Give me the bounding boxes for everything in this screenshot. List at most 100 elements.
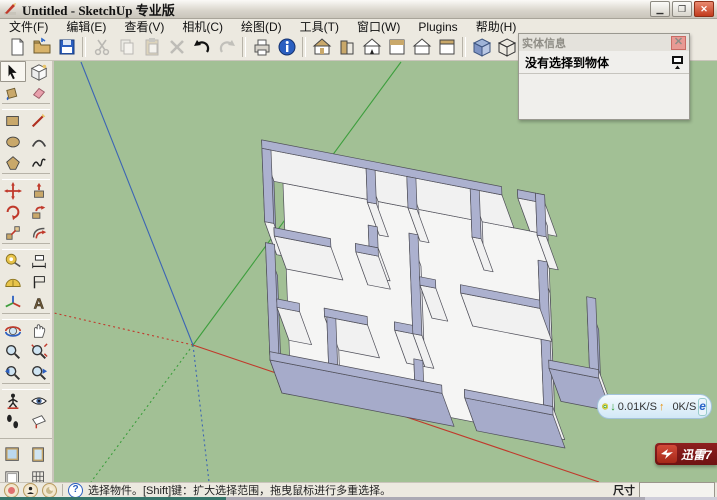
zoom-next-icon xyxy=(30,364,48,382)
open-icon xyxy=(32,37,52,57)
select-tool-button[interactable] xyxy=(0,61,26,82)
print-button[interactable] xyxy=(249,35,274,59)
view-section-button[interactable] xyxy=(434,35,459,59)
measurement-label: 尺寸 xyxy=(613,482,635,498)
style-wireframe-icon xyxy=(497,37,517,57)
palette-separator xyxy=(2,313,50,320)
pan-tool-button[interactable] xyxy=(26,320,52,341)
style-wireframe-button[interactable] xyxy=(494,35,519,59)
look-around-tool-button[interactable] xyxy=(26,390,52,411)
thunder-launcher[interactable]: 迅雷7 xyxy=(655,443,717,465)
redo-button xyxy=(214,35,239,59)
measurement-input[interactable] xyxy=(639,482,715,498)
new-button[interactable] xyxy=(4,35,29,59)
redo-icon xyxy=(217,37,237,57)
down-arrow-icon: ↓ xyxy=(610,401,616,413)
eraser-tool-button[interactable] xyxy=(26,82,52,103)
pushpull-tool-button[interactable] xyxy=(26,180,52,201)
text-tool-button[interactable] xyxy=(26,271,52,292)
save-button[interactable] xyxy=(54,35,79,59)
eraser-icon xyxy=(30,84,48,102)
component-tool-button[interactable] xyxy=(26,61,52,82)
palette-separator xyxy=(2,173,50,180)
help-icon[interactable]: ? xyxy=(68,483,83,498)
polygon-tool-button[interactable] xyxy=(0,152,26,173)
close-button[interactable]: ✕ xyxy=(694,1,714,17)
orbit-tool-button[interactable] xyxy=(0,320,26,341)
rotate-tool-button[interactable] xyxy=(0,201,26,222)
arc-tool-button[interactable] xyxy=(26,131,52,152)
model-info-button[interactable] xyxy=(274,35,299,59)
axes-icon xyxy=(4,294,22,312)
view-left-button[interactable] xyxy=(334,35,359,59)
move-tool-button[interactable] xyxy=(0,180,26,201)
walk-icon xyxy=(4,413,22,431)
credit-badge-icon[interactable] xyxy=(23,483,38,498)
zoom-next-tool-button[interactable] xyxy=(26,362,52,383)
wall-21-top xyxy=(414,359,424,382)
entity-info-panel: 实体信息 ✕ 没有选择到物体 xyxy=(518,33,690,120)
entity-info-message: 没有选择到物体 xyxy=(525,54,609,71)
scale-tool-button[interactable] xyxy=(0,222,26,243)
followme-tool-button[interactable] xyxy=(26,201,52,222)
tape-tool-button[interactable] xyxy=(0,250,26,271)
view-front-button[interactable] xyxy=(359,35,384,59)
browser-button[interactable]: e xyxy=(698,398,707,416)
protractor-tool-button[interactable] xyxy=(0,271,26,292)
rectangle-tool-button[interactable] xyxy=(0,110,26,131)
minimize-button[interactable]: ▁ xyxy=(650,1,670,17)
open-button[interactable] xyxy=(29,35,54,59)
style-xray-button[interactable] xyxy=(469,35,494,59)
view-left-icon xyxy=(337,37,357,57)
text3d-tool-button[interactable]: A xyxy=(26,292,52,313)
status-bar: ? 选择物件。[Shift]键：扩大选择范围，拖曳鼠标进行多重选择。 尺寸 xyxy=(0,482,717,497)
cut-button xyxy=(89,35,114,59)
red-axis-dotted xyxy=(54,313,193,345)
thunder-bird-icon xyxy=(657,445,677,463)
toolbar-separator xyxy=(302,37,306,57)
window-framed-button[interactable] xyxy=(26,443,52,467)
menu-item-8[interactable]: Plugins xyxy=(409,19,466,35)
details-toggle-icon[interactable] xyxy=(671,55,684,71)
tape-icon xyxy=(4,252,22,270)
close-icon: ✕ xyxy=(700,5,708,14)
zoom-extents-icon xyxy=(30,343,48,361)
thunder-orb-icon xyxy=(602,399,608,414)
green-axis-dotted xyxy=(91,345,193,482)
section-plane-tool-button[interactable] xyxy=(26,411,52,432)
dimension-icon xyxy=(30,252,48,270)
zoom-previous-tool-button[interactable] xyxy=(0,362,26,383)
position-camera-tool-button[interactable] xyxy=(0,390,26,411)
view-back-button[interactable] xyxy=(409,35,434,59)
arc-icon xyxy=(30,133,48,151)
axes-tool-button[interactable] xyxy=(0,292,26,313)
restore-button[interactable]: ❐ xyxy=(672,1,692,17)
view-top-button[interactable] xyxy=(384,35,409,59)
undo-button[interactable] xyxy=(189,35,214,59)
protractor-icon xyxy=(4,273,22,291)
app-icon xyxy=(3,2,17,16)
toolbar-separator xyxy=(242,37,246,57)
circle-tool-button[interactable] xyxy=(0,131,26,152)
zoom-extents-tool-button[interactable] xyxy=(26,341,52,362)
geo-badge-icon[interactable] xyxy=(4,483,19,498)
freehand-tool-button[interactable] xyxy=(26,152,52,173)
download-speed-widget[interactable]: ↓ 0.01K/S ↑ 0K/S e xyxy=(597,394,712,419)
entity-info-close-button[interactable]: ✕ xyxy=(671,36,686,50)
paint-tool-button[interactable] xyxy=(0,82,26,103)
blue-axis xyxy=(81,62,193,345)
view-iso-button[interactable] xyxy=(309,35,334,59)
orbit-icon xyxy=(4,322,22,340)
zoom-tool-button[interactable] xyxy=(0,341,26,362)
section-plane-icon xyxy=(30,413,48,431)
model-badge-icon[interactable] xyxy=(42,483,57,498)
dimension-tool-button[interactable] xyxy=(26,250,52,271)
paint-icon xyxy=(4,84,22,102)
walk-tool-button[interactable] xyxy=(0,411,26,432)
tool-palette: A xyxy=(0,61,54,482)
line-tool-button[interactable] xyxy=(26,110,52,131)
entity-info-titlebar[interactable]: 实体信息 ✕ xyxy=(519,34,689,51)
offset-tool-button[interactable] xyxy=(26,222,52,243)
palette-separator xyxy=(2,243,50,250)
window-glass-button[interactable] xyxy=(0,443,26,467)
